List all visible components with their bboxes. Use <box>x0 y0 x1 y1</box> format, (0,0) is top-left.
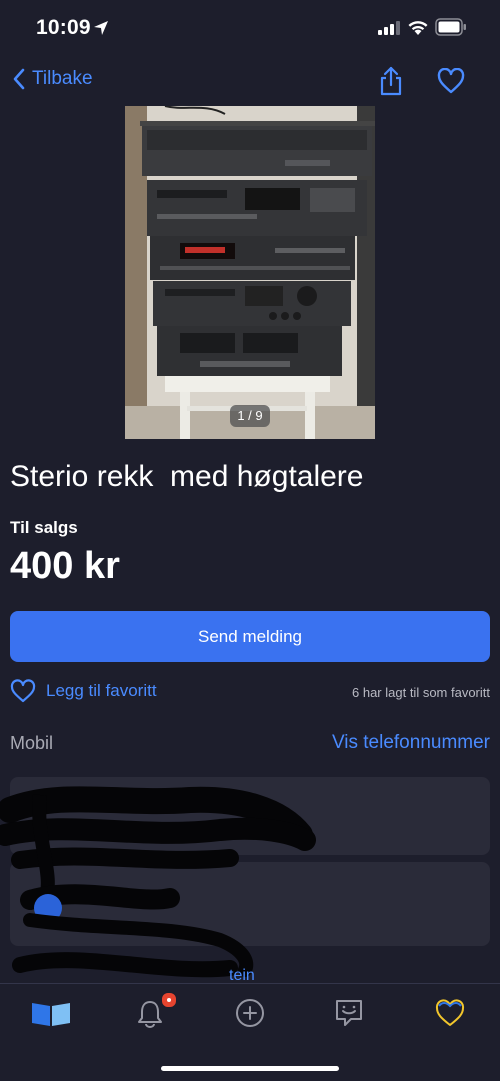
status-time: 10:09 <box>36 16 91 39</box>
listing-price: 400 kr <box>10 545 120 587</box>
favorite-count: 6 har lagt til som favoritt <box>352 685 490 700</box>
phone-label: Mobil <box>10 733 54 753</box>
home-indicator <box>161 1066 339 1071</box>
show-phone-link[interactable]: Vis telefonnummer <box>332 732 490 754</box>
share-icon[interactable] <box>378 66 404 96</box>
status-bar: 10:09 <box>0 0 500 58</box>
redaction-scribble <box>0 786 316 978</box>
phone-row: Mobil Vis telefonnummer <box>10 731 490 759</box>
favorite-row: Legg til favoritt 6 har lagt til som fav… <box>10 679 490 707</box>
notification-badge <box>161 992 177 1008</box>
send-message-button[interactable]: Send melding <box>10 611 490 662</box>
notifications-icon[interactable] <box>136 998 164 1028</box>
top-navigation: Tilbake <box>0 58 500 104</box>
battery-icon <box>435 18 466 36</box>
heart-outline-icon <box>10 679 36 703</box>
wifi-icon <box>408 21 428 35</box>
stereo-stack-image <box>125 106 375 439</box>
location-arrow-icon <box>94 21 108 35</box>
home-icon[interactable] <box>30 998 72 1028</box>
chevron-left-icon <box>13 68 25 90</box>
new-ad-icon[interactable] <box>235 998 265 1028</box>
back-button[interactable]: Tilbake <box>12 68 93 90</box>
favorites-icon[interactable] <box>434 998 466 1028</box>
listing-title: Sterio rekk med høgtalere <box>10 460 364 493</box>
cellular-signal-icon <box>378 21 400 35</box>
add-favorite-label: Legg til favoritt <box>46 681 157 700</box>
listing-photo[interactable] <box>125 106 375 439</box>
back-label: Tilbake <box>32 68 93 89</box>
sale-type-label: Til salgs <box>10 518 78 537</box>
favorite-heart-icon[interactable] <box>437 68 465 94</box>
add-favorite-button[interactable]: Legg til favoritt <box>10 679 157 703</box>
photo-counter: 1 / 9 <box>230 405 270 427</box>
messages-icon[interactable] <box>334 998 364 1028</box>
